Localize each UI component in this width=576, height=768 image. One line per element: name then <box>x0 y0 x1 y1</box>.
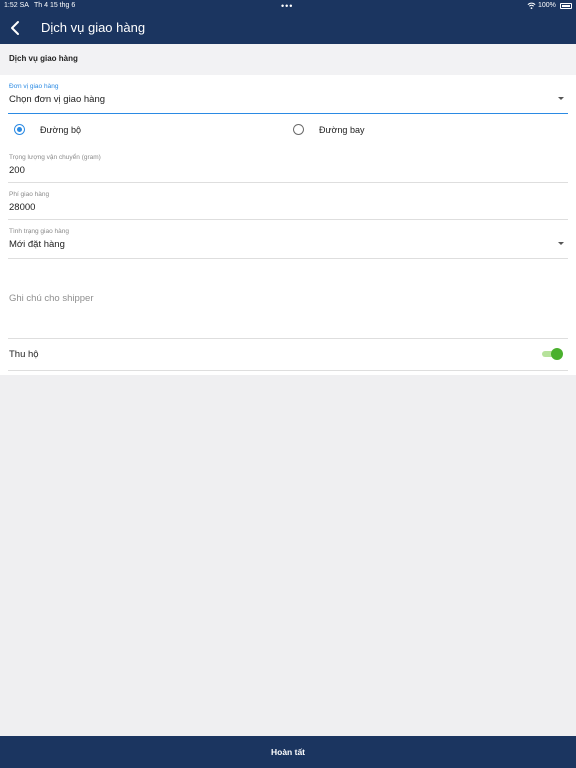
section-header: Dịch vụ giao hàng <box>0 44 576 75</box>
carrier-label: Đơn vị giao hàng <box>9 83 59 90</box>
weight-field[interactable]: Trọng lượng vận chuyển (gram) 200 <box>0 145 576 183</box>
weight-label: Trọng lượng vận chuyển (gram) <box>9 154 101 161</box>
cod-row: Thu hộ <box>0 339 576 371</box>
battery-icon <box>560 3 572 9</box>
dropdown-arrow-icon <box>558 97 564 100</box>
shipping-method-group: Đường bộ Đường bay <box>0 115 576 145</box>
carrier-dropdown[interactable]: Đơn vị giao hàng Chọn đơn vị giao hàng <box>0 75 576 115</box>
status-time: 1:52 SA <box>4 2 29 9</box>
multitasking-dots[interactable]: ••• <box>281 0 293 12</box>
delivery-status-underline <box>8 258 568 259</box>
radio-duong-bo-label[interactable]: Đường bộ <box>40 125 81 135</box>
carrier-underline <box>8 113 568 114</box>
complete-button-label: Hoàn tất <box>271 747 305 757</box>
shipping-form: Đơn vị giao hàng Chọn đơn vị giao hàng Đ… <box>0 75 576 375</box>
wifi-icon <box>527 2 536 10</box>
cod-underline <box>8 370 568 371</box>
weight-value[interactable]: 200 <box>9 165 25 176</box>
radio-duong-bay[interactable] <box>293 124 304 135</box>
delivery-status-dropdown[interactable]: Tình trạng giao hàng Mới đặt hàng <box>0 220 576 260</box>
dropdown-arrow-icon <box>558 242 564 245</box>
toggle-thumb <box>551 348 563 360</box>
delivery-status-label: Tình trạng giao hàng <box>9 228 69 235</box>
navigation-bar: Dịch vụ giao hàng <box>0 12 576 44</box>
shipper-note-field[interactable]: Ghi chú cho shipper <box>0 260 576 339</box>
radio-duong-bo[interactable] <box>14 124 25 135</box>
back-chevron-icon[interactable] <box>8 19 24 37</box>
section-title: Dịch vụ giao hàng <box>9 54 78 63</box>
radio-duong-bay-label[interactable]: Đường bay <box>319 125 364 135</box>
battery-percent: 100% <box>538 2 556 9</box>
shipper-note-placeholder[interactable]: Ghi chú cho shipper <box>9 293 94 304</box>
status-bar: 1:52 SA Th 4 15 thg 6 ••• 100% <box>0 0 576 12</box>
cod-toggle[interactable] <box>541 348 563 360</box>
carrier-value: Chọn đơn vị giao hàng <box>9 94 106 105</box>
cod-label: Thu hộ <box>9 349 39 360</box>
delivery-status-value: Mới đặt hàng <box>9 239 65 250</box>
fee-field[interactable]: Phí giao hàng 28000 <box>0 183 576 220</box>
complete-button[interactable]: Hoàn tất <box>0 736 576 768</box>
fee-value[interactable]: 28000 <box>9 202 35 213</box>
page-title: Dịch vụ giao hàng <box>41 20 146 35</box>
status-date: Th 4 15 thg 6 <box>34 2 76 9</box>
fee-label: Phí giao hàng <box>9 191 50 198</box>
